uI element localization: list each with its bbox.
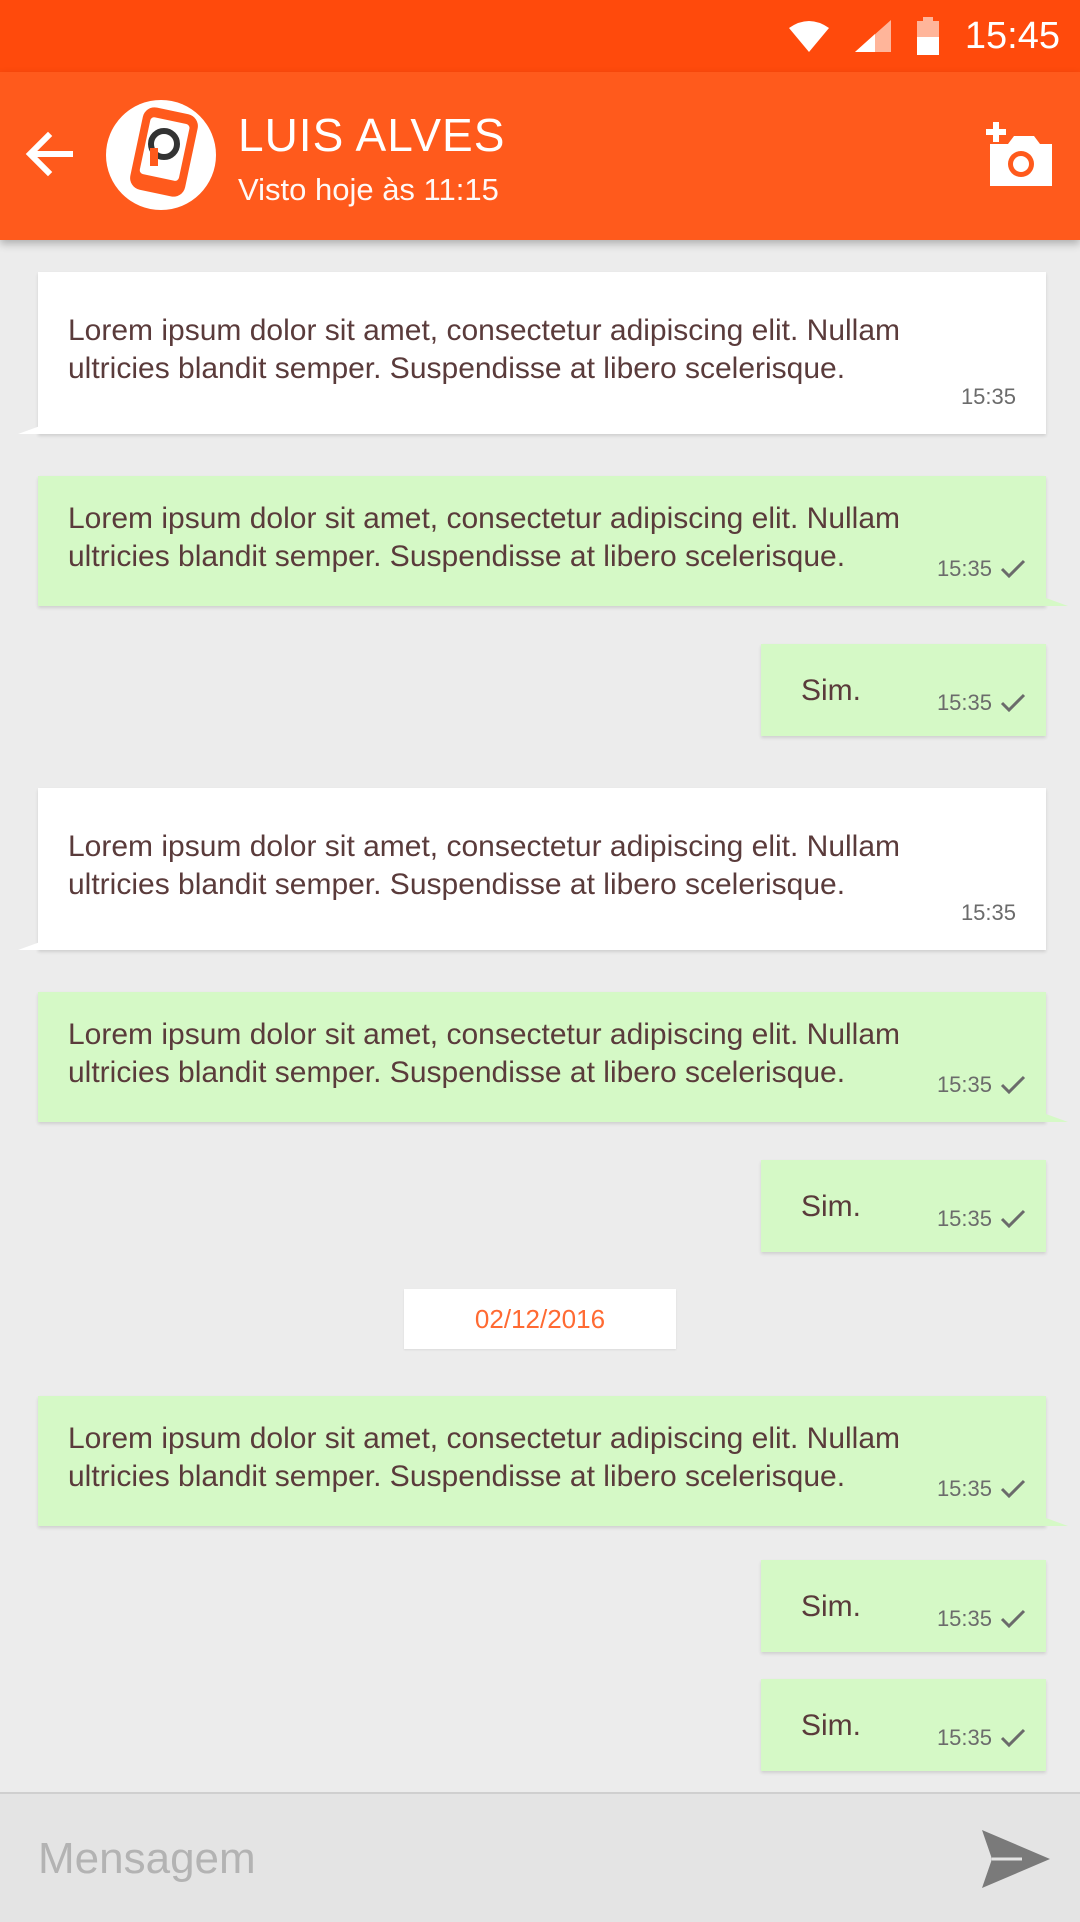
- date-separator: 02/12/2016: [404, 1289, 676, 1349]
- message-time: 15:35: [960, 384, 1016, 409]
- incoming-message[interactable]: Lorem ipsum dolor sit amet, consectetur …: [18, 788, 1046, 950]
- check-icon: [1000, 693, 1026, 713]
- message-time: 15:35: [960, 900, 1016, 925]
- send-button[interactable]: [982, 1830, 1050, 1888]
- chat-area[interactable]: Lorem ipsum dolor sit amet, consectetur …: [0, 240, 1080, 1792]
- message-text: Lorem ipsum dolor sit amet, consectetur …: [68, 830, 901, 901]
- outgoing-message[interactable]: Sim. 15:35: [761, 1679, 1046, 1771]
- message-time: 15:35: [936, 1606, 992, 1631]
- status-time: 15:45: [964, 14, 1060, 57]
- message-time: 15:35: [936, 1072, 992, 1097]
- check-icon: [1000, 1075, 1026, 1095]
- check-icon: [1000, 1728, 1026, 1748]
- add-photo-button[interactable]: [982, 118, 1056, 188]
- check-icon: [1000, 1609, 1026, 1629]
- message-text: Lorem ipsum dolor sit amet, consectetur …: [68, 1018, 901, 1089]
- ideafone-logo-icon: [130, 107, 198, 197]
- add-camera-icon: [986, 122, 1052, 186]
- check-icon: [1000, 559, 1026, 579]
- outgoing-message[interactable]: Lorem ipsum dolor sit amet, consectetur …: [38, 1396, 1068, 1526]
- message-composer: [0, 1792, 1080, 1922]
- avatar[interactable]: [106, 100, 216, 210]
- message-time: 15:35: [936, 556, 992, 581]
- outgoing-message[interactable]: Lorem ipsum dolor sit amet, consectetur …: [38, 476, 1068, 606]
- battery-icon: [916, 17, 939, 55]
- message-time: 15:35: [936, 1206, 992, 1231]
- incoming-message[interactable]: Lorem ipsum dolor sit amet, consectetur …: [18, 272, 1046, 434]
- last-seen-status: Visto hoje às 11:15: [238, 172, 499, 207]
- send-icon: [982, 1830, 1050, 1888]
- wifi-icon: [788, 20, 829, 52]
- message-time: 15:35: [936, 690, 992, 715]
- outgoing-message[interactable]: Sim. 15:35: [761, 1560, 1046, 1652]
- message-text: Lorem ipsum dolor sit amet, consectetur …: [68, 502, 901, 573]
- message-input[interactable]: [36, 1824, 940, 1894]
- app-bar: LUIS ALVES Visto hoje às 11:15: [0, 72, 1080, 240]
- message-text: Lorem ipsum dolor sit amet, consectetur …: [68, 314, 901, 385]
- signal-icon: [854, 20, 891, 52]
- check-icon: [1000, 1209, 1026, 1229]
- status-bar: 15:45: [0, 0, 1080, 72]
- message-time: 15:35: [936, 1476, 992, 1501]
- outgoing-message[interactable]: Sim. 15:35: [761, 644, 1046, 736]
- outgoing-message[interactable]: Lorem ipsum dolor sit amet, consectetur …: [38, 992, 1068, 1122]
- check-icon: [1000, 1479, 1026, 1499]
- arrow-left-icon: [25, 131, 73, 177]
- message-time: 15:35: [936, 1725, 992, 1750]
- back-button[interactable]: [22, 126, 78, 182]
- contact-name[interactable]: LUIS ALVES: [238, 108, 505, 162]
- outgoing-message[interactable]: Sim. 15:35: [761, 1160, 1046, 1252]
- message-text: Lorem ipsum dolor sit amet, consectetur …: [68, 1422, 901, 1493]
